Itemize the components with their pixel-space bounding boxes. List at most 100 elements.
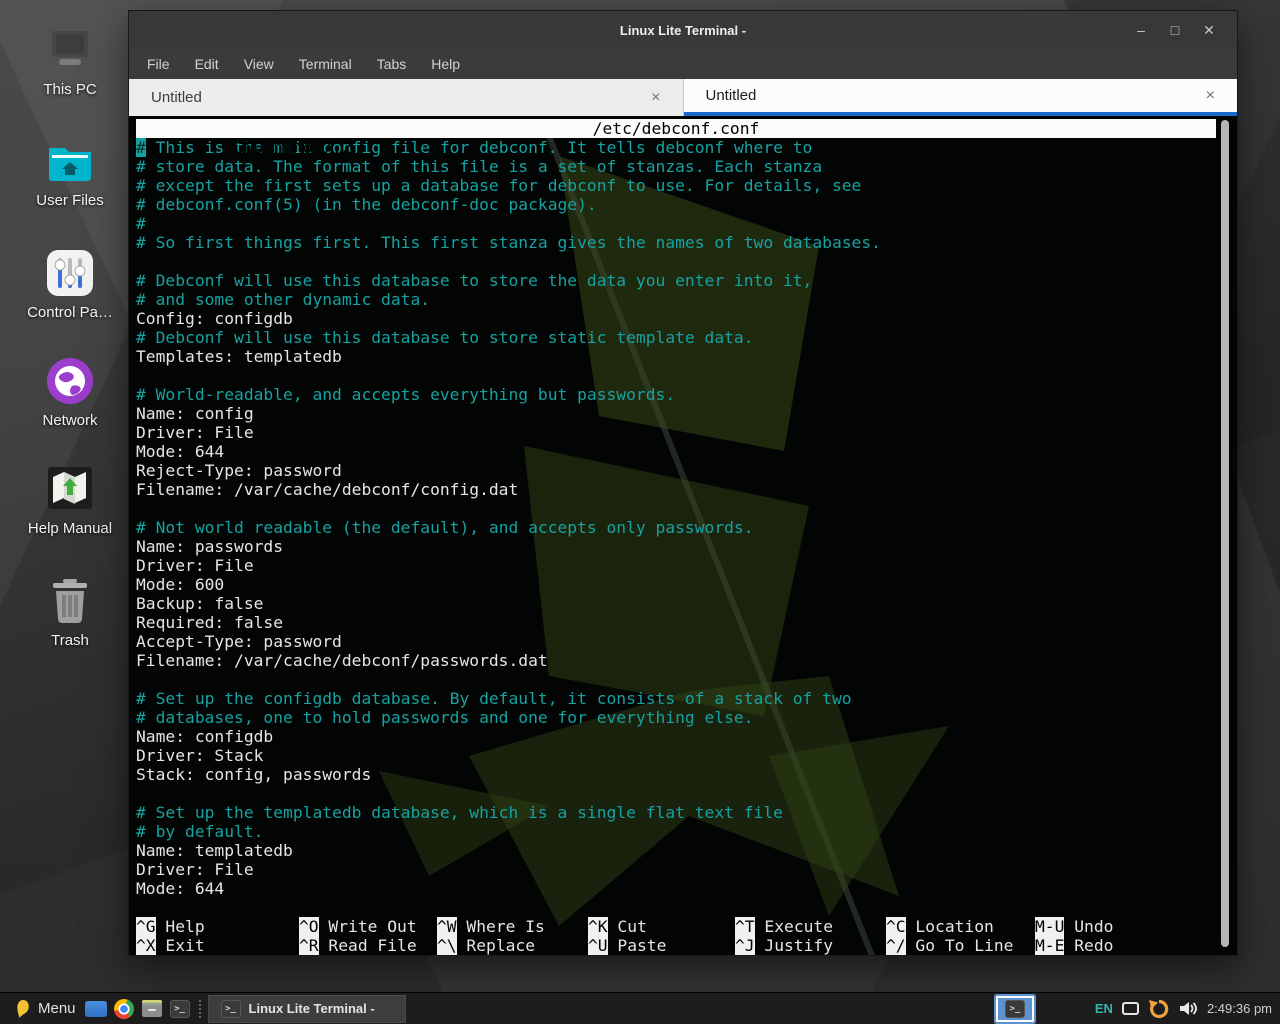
shortcut-key: ^C <box>886 917 906 936</box>
terminal-line: Accept-Type: password <box>136 632 1216 651</box>
desktop-icon-user-files[interactable]: User Files <box>10 136 130 209</box>
minimize-button[interactable]: – <box>1129 18 1153 42</box>
nano-shortcut: ^U Paste <box>588 936 735 955</box>
system-tray: >_ EN 2:49:36 pm <box>996 996 1274 1022</box>
help-manual-icon <box>10 464 130 514</box>
terminal-line: Backup: false <box>136 594 1216 613</box>
desktop-launcher[interactable] <box>82 993 110 1024</box>
menu-tabs[interactable]: Tabs <box>377 56 407 72</box>
menu-edit[interactable]: Edit <box>195 56 219 72</box>
desktop-icon-label: Trash <box>10 632 130 649</box>
terminal-line: Stack: config, passwords <box>136 765 1216 784</box>
user-files-folder-icon <box>10 136 130 186</box>
terminal-line: # except the first sets up a database fo… <box>136 176 1216 195</box>
terminal-line <box>136 670 1216 689</box>
nano-shortcut: ^T Execute <box>735 917 886 936</box>
network-globe-icon <box>10 356 130 406</box>
menu-file[interactable]: File <box>147 56 170 72</box>
terminal-line: Mode: 644 <box>136 442 1216 461</box>
window-titlebar[interactable]: Linux Lite Terminal - – □ ✕ <box>129 11 1237 49</box>
nano-shortcut: ^G Help <box>136 917 299 936</box>
terminal-line: Driver: File <box>136 860 1216 879</box>
tab-bar: Untitled × Untitled × <box>129 79 1237 116</box>
terminal-line: # store data. The format of this file is… <box>136 157 1216 176</box>
menu-view[interactable]: View <box>244 56 274 72</box>
task-button-label: Linux Lite Terminal - <box>249 1001 375 1016</box>
terminal-line: Name: templatedb <box>136 841 1216 860</box>
menu-terminal[interactable]: Terminal <box>299 56 352 72</box>
terminal-launcher[interactable]: >_ <box>166 993 194 1024</box>
desktop-icon-label: Network <box>10 412 130 429</box>
nano-shortcuts-row2: ^X Exit^R Read File^\ Replace^U Paste^J … <box>136 936 1216 955</box>
file-manager-icon <box>142 1000 162 1017</box>
terminal-line: # and some other dynamic data. <box>136 290 1216 309</box>
terminal-line: # Debconf will use this database to stor… <box>136 328 1216 347</box>
browser-launcher[interactable] <box>110 993 138 1024</box>
terminal-scrollbar[interactable] <box>1221 120 1229 947</box>
maximize-button[interactable]: □ <box>1163 18 1187 42</box>
desktop-icon-label: User Files <box>10 192 130 209</box>
terminal-line <box>136 366 1216 385</box>
tray-terminal-indicator[interactable]: >_ <box>996 996 1034 1022</box>
close-button[interactable]: ✕ <box>1197 18 1221 42</box>
desktop-icon-label: Control Pa… <box>10 304 130 321</box>
terminal-line <box>136 784 1216 803</box>
nano-shortcut: ^K Cut <box>588 917 735 936</box>
tab-untitled-2[interactable]: Untitled × <box>684 79 1238 116</box>
terminal-window: Linux Lite Terminal - – □ ✕ File Edit Vi… <box>128 10 1238 956</box>
terminal-line: Mode: 600 <box>136 575 1216 594</box>
shortcut-key: ^O <box>299 917 319 936</box>
keyboard-layout-indicator[interactable]: EN <box>1095 1001 1113 1016</box>
terminal-line <box>136 252 1216 271</box>
menu-button[interactable]: Menu <box>8 993 82 1024</box>
nano-shortcuts-row1: ^G Help^O Write Out^W Where Is^K Cut^T E… <box>136 917 1216 936</box>
task-button-terminal[interactable]: >_ Linux Lite Terminal - <box>208 995 406 1023</box>
desktop-icon-help-manual[interactable]: Help Manual <box>10 464 130 537</box>
terminal-line: # debconf.conf(5) (in the debconf-doc pa… <box>136 195 1216 214</box>
nano-shortcut: ^\ Replace <box>437 936 588 955</box>
terminal-line: # by default. <box>136 822 1216 841</box>
shortcut-key: ^U <box>588 936 608 955</box>
tab-untitled-1[interactable]: Untitled × <box>129 79 684 116</box>
shortcut-key: ^J <box>735 936 755 955</box>
terminal-line: Mode: 644 <box>136 879 1216 898</box>
volume-icon[interactable] <box>1179 1000 1198 1017</box>
file-manager-launcher[interactable] <box>138 993 166 1024</box>
terminal-line <box>136 898 1216 917</box>
desktop-icon-control-panel[interactable]: Control Pa… <box>10 248 130 321</box>
shortcut-key: ^X <box>136 936 156 955</box>
nano-shortcut: ^J Justify <box>735 936 886 955</box>
shortcut-key: ^R <box>299 936 319 955</box>
nano-shortcut: M-U Undo <box>1035 917 1113 936</box>
nano-shortcut: ^W Where Is <box>437 917 588 936</box>
tab-close-icon[interactable]: × <box>1206 87 1215 105</box>
terminal-line: Filename: /var/cache/debconf/config.dat <box>136 480 1216 499</box>
terminal-icon: >_ <box>170 1000 190 1018</box>
desktop-icon-this-pc[interactable]: This PC <box>10 25 130 98</box>
shortcut-key: ^\ <box>437 936 457 955</box>
terminal-screen[interactable]: GNU nano 7.2 /etc/debconf.conf # This is… <box>129 116 1237 955</box>
terminal-line: Name: configdb <box>136 727 1216 746</box>
desktop-icon-trash[interactable]: Trash <box>10 576 130 649</box>
terminal-line: Name: passwords <box>136 537 1216 556</box>
terminal-line: # World-readable, and accepts everything… <box>136 385 1216 404</box>
desktop-icon-label: Help Manual <box>10 520 130 537</box>
terminal-line: # Not world readable (the default), and … <box>136 518 1216 537</box>
nano-version: GNU nano 7.2 <box>214 138 351 157</box>
terminal-line: Templates: templatedb <box>136 347 1216 366</box>
menu-button-label: Menu <box>38 1000 76 1017</box>
trash-icon <box>10 576 130 626</box>
menu-help[interactable]: Help <box>431 56 460 72</box>
display-icon[interactable] <box>1122 1002 1139 1015</box>
terminal-line: Name: config <box>136 404 1216 423</box>
shortcut-key: M-E <box>1035 936 1064 955</box>
updates-icon[interactable] <box>1148 998 1170 1020</box>
terminal-line <box>136 499 1216 518</box>
nano-shortcut: M-E Redo <box>1035 936 1113 955</box>
terminal-line: Reject-Type: password <box>136 461 1216 480</box>
tab-close-icon[interactable]: × <box>651 89 660 107</box>
clock[interactable]: 2:49:36 pm <box>1207 1001 1274 1016</box>
desktop-icon-network[interactable]: Network <box>10 356 130 429</box>
menu-bar: File Edit View Terminal Tabs Help <box>129 49 1237 79</box>
tab-label: Untitled <box>151 89 202 106</box>
